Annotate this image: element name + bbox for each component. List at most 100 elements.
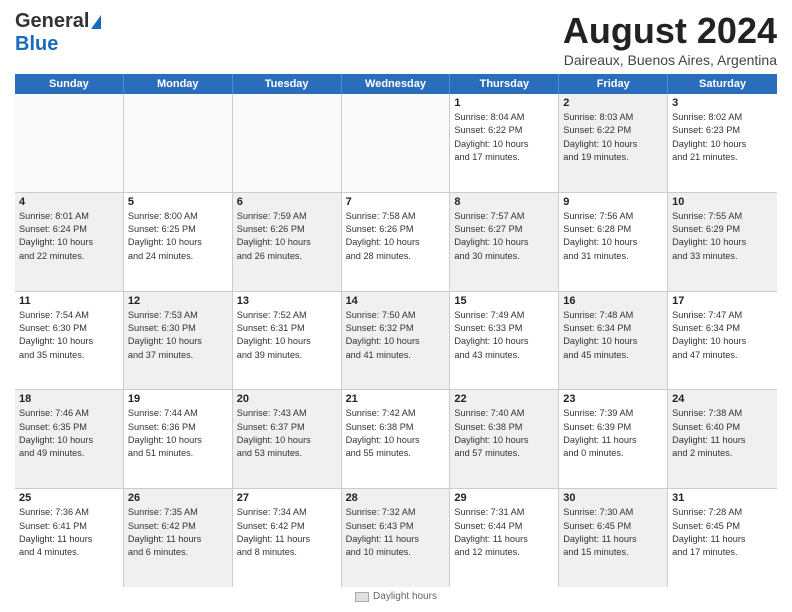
day-info: Sunrise: 7:50 AM Sunset: 6:32 PM Dayligh… [346, 309, 446, 362]
calendar-cell: 10 Sunrise: 7:55 AM Sunset: 6:29 PM Dayli… [668, 193, 777, 291]
day-number: 15 [454, 295, 554, 307]
day-info: Sunrise: 8:03 AM Sunset: 6:22 PM Dayligh… [563, 111, 663, 164]
day-number: 3 [672, 97, 773, 109]
header-saturday: Saturday [668, 74, 777, 94]
calendar-cell: 3Sunrise: 8:02 AM Sunset: 6:23 PM Daylig… [668, 94, 777, 192]
calendar-body: 1 Sunrise: 8:04 AM Sunset: 6:22 PM Daylig… [15, 94, 777, 587]
day-info: Sunrise: 7:38 AM Sunset: 6:40 PM Dayligh… [672, 407, 773, 460]
day-number: 23 [563, 393, 663, 405]
day-number: 10 [672, 196, 773, 208]
calendar-cell: 6 Sunrise: 7:59 AM Sunset: 6:26 PM Daylig… [233, 193, 342, 291]
day-number: 28 [346, 492, 446, 504]
day-number: 25 [19, 492, 119, 504]
calendar-cell: 5Sunrise: 8:00 AM Sunset: 6:25 PM Daylig… [124, 193, 233, 291]
calendar-cell: 30 Sunrise: 7:30 AM Sunset: 6:45 PM Dayli… [559, 489, 668, 587]
day-number: 8 [454, 196, 554, 208]
calendar-cell: 31 Sunrise: 7:28 AM Sunset: 6:45 PM Dayli… [668, 489, 777, 587]
page: General Blue August 2024 Daireaux, Bueno… [0, 0, 792, 612]
day-number: 11 [19, 295, 119, 307]
day-info: Sunrise: 7:55 AM Sunset: 6:29 PM Dayligh… [672, 210, 773, 263]
header-thursday: Thursday [450, 74, 559, 94]
footer: Daylight hours [15, 591, 777, 602]
day-info: Sunrise: 7:28 AM Sunset: 6:45 PM Dayligh… [672, 506, 773, 559]
day-info: Sunrise: 7:52 AM Sunset: 6:31 PM Dayligh… [237, 309, 337, 362]
calendar-cell [233, 94, 342, 192]
logo-general: General [15, 10, 89, 33]
header-wednesday: Wednesday [342, 74, 451, 94]
day-number: 6 [237, 196, 337, 208]
calendar-cell: 28 Sunrise: 7:32 AM Sunset: 6:43 PM Dayli… [342, 489, 451, 587]
day-number: 31 [672, 492, 773, 504]
day-number: 24 [672, 393, 773, 405]
calendar-cell: 15 Sunrise: 7:49 AM Sunset: 6:33 PM Dayli… [450, 292, 559, 390]
calendar-header: Sunday Monday Tuesday Wednesday Thursday… [15, 74, 777, 94]
header-friday: Friday [559, 74, 668, 94]
day-number: 13 [237, 295, 337, 307]
day-info: Sunrise: 7:57 AM Sunset: 6:27 PM Dayligh… [454, 210, 554, 263]
day-number: 22 [454, 393, 554, 405]
calendar-cell: 9Sunrise: 7:56 AM Sunset: 6:28 PM Daylig… [559, 193, 668, 291]
day-info: Sunrise: 8:01 AM Sunset: 6:24 PM Dayligh… [19, 210, 119, 263]
day-number: 2 [563, 97, 663, 109]
day-number: 7 [346, 196, 446, 208]
calendar-cell [124, 94, 233, 192]
day-number: 17 [672, 295, 773, 307]
day-info: Sunrise: 7:46 AM Sunset: 6:35 PM Dayligh… [19, 407, 119, 460]
logo: General Blue [15, 10, 101, 56]
calendar-cell: 23 Sunrise: 7:39 AM Sunset: 6:39 PM Dayli… [559, 390, 668, 488]
day-info: Sunrise: 7:56 AM Sunset: 6:28 PM Dayligh… [563, 210, 663, 263]
calendar-row-5: 25 Sunrise: 7:36 AM Sunset: 6:41 PM Dayli… [15, 489, 777, 587]
day-info: Sunrise: 7:47 AM Sunset: 6:34 PM Dayligh… [672, 309, 773, 362]
day-info: Sunrise: 7:30 AM Sunset: 6:45 PM Dayligh… [563, 506, 663, 559]
calendar-cell: 22Sunrise: 7:40 AM Sunset: 6:38 PM Dayli… [450, 390, 559, 488]
logo-blue: Blue [15, 33, 58, 55]
header-monday: Monday [124, 74, 233, 94]
day-info: Sunrise: 7:32 AM Sunset: 6:43 PM Dayligh… [346, 506, 446, 559]
day-number: 18 [19, 393, 119, 405]
day-info: Sunrise: 7:49 AM Sunset: 6:33 PM Dayligh… [454, 309, 554, 362]
day-number: 29 [454, 492, 554, 504]
calendar: Sunday Monday Tuesday Wednesday Thursday… [15, 74, 777, 587]
title-location: Daireaux, Buenos Aires, Argentina [563, 52, 777, 68]
calendar-cell: 29 Sunrise: 7:31 AM Sunset: 6:44 PM Dayli… [450, 489, 559, 587]
day-number: 27 [237, 492, 337, 504]
day-info: Sunrise: 8:04 AM Sunset: 6:22 PM Dayligh… [454, 111, 554, 164]
daylight-legend-label: Daylight hours [373, 591, 437, 602]
day-info: Sunrise: 7:34 AM Sunset: 6:42 PM Dayligh… [237, 506, 337, 559]
day-info: Sunrise: 7:59 AM Sunset: 6:26 PM Dayligh… [237, 210, 337, 263]
day-number: 4 [19, 196, 119, 208]
calendar-cell: 27 Sunrise: 7:34 AM Sunset: 6:42 PM Dayli… [233, 489, 342, 587]
calendar-cell [15, 94, 124, 192]
day-info: Sunrise: 7:31 AM Sunset: 6:44 PM Dayligh… [454, 506, 554, 559]
day-number: 1 [454, 97, 554, 109]
day-info: Sunrise: 7:35 AM Sunset: 6:42 PM Dayligh… [128, 506, 228, 559]
day-info: Sunrise: 7:39 AM Sunset: 6:39 PM Dayligh… [563, 407, 663, 460]
day-number: 12 [128, 295, 228, 307]
calendar-cell: 4 Sunrise: 8:01 AM Sunset: 6:24 PM Daylig… [15, 193, 124, 291]
calendar-cell: 12 Sunrise: 7:53 AM Sunset: 6:30 PM Dayli… [124, 292, 233, 390]
calendar-cell: 19 Sunrise: 7:44 AM Sunset: 6:36 PM Dayli… [124, 390, 233, 488]
calendar-cell: 14Sunrise: 7:50 AM Sunset: 6:32 PM Dayli… [342, 292, 451, 390]
day-number: 26 [128, 492, 228, 504]
calendar-row-2: 4 Sunrise: 8:01 AM Sunset: 6:24 PM Daylig… [15, 193, 777, 292]
calendar-cell: 7Sunrise: 7:58 AM Sunset: 6:26 PM Daylig… [342, 193, 451, 291]
calendar-row-4: 18 Sunrise: 7:46 AM Sunset: 6:35 PM Dayli… [15, 390, 777, 489]
calendar-cell: 18 Sunrise: 7:46 AM Sunset: 6:35 PM Dayli… [15, 390, 124, 488]
day-number: 19 [128, 393, 228, 405]
calendar-cell: 26 Sunrise: 7:35 AM Sunset: 6:42 PM Dayli… [124, 489, 233, 587]
day-number: 21 [346, 393, 446, 405]
calendar-row-1: 1 Sunrise: 8:04 AM Sunset: 6:22 PM Daylig… [15, 94, 777, 193]
day-info: Sunrise: 7:53 AM Sunset: 6:30 PM Dayligh… [128, 309, 228, 362]
day-number: 30 [563, 492, 663, 504]
daylight-legend-box [355, 592, 369, 602]
day-number: 5 [128, 196, 228, 208]
day-info: Sunrise: 7:48 AM Sunset: 6:34 PM Dayligh… [563, 309, 663, 362]
title-block: August 2024 Daireaux, Buenos Aires, Arge… [563, 10, 777, 68]
calendar-cell: 1 Sunrise: 8:04 AM Sunset: 6:22 PM Daylig… [450, 94, 559, 192]
day-info: Sunrise: 7:36 AM Sunset: 6:41 PM Dayligh… [19, 506, 119, 559]
calendar-row-3: 11Sunrise: 7:54 AM Sunset: 6:30 PM Dayli… [15, 292, 777, 391]
calendar-cell: 2 Sunrise: 8:03 AM Sunset: 6:22 PM Daylig… [559, 94, 668, 192]
day-info: Sunrise: 7:44 AM Sunset: 6:36 PM Dayligh… [128, 407, 228, 460]
day-info: Sunrise: 7:42 AM Sunset: 6:38 PM Dayligh… [346, 407, 446, 460]
calendar-cell: 8 Sunrise: 7:57 AM Sunset: 6:27 PM Daylig… [450, 193, 559, 291]
